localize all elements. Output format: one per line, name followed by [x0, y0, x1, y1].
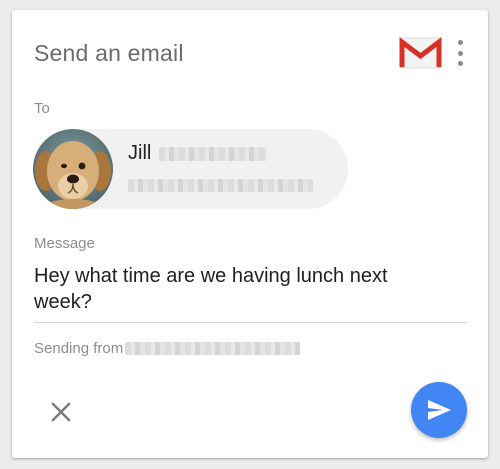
contact-name: Jill	[128, 142, 152, 164]
more-vert-icon[interactable]	[452, 38, 468, 68]
close-button[interactable]	[49, 400, 73, 424]
sending-from-row: Sending from	[34, 340, 301, 357]
send-button[interactable]	[411, 382, 467, 438]
message-label: Message	[34, 235, 95, 252]
gmail-logo	[399, 37, 442, 69]
message-body[interactable]: Hey what time are we having lunch next w…	[34, 263, 434, 315]
send-icon	[428, 400, 451, 420]
dog-photo-icon	[33, 129, 113, 209]
avatar	[33, 129, 113, 209]
close-icon	[51, 402, 71, 422]
redacted-surname	[159, 146, 268, 161]
divider	[34, 322, 467, 323]
recipient-chip[interactable]: Jill	[33, 129, 348, 209]
send-email-card: Send an email To Jill Message Hey what t…	[12, 10, 488, 458]
card-title: Send an email	[34, 40, 184, 66]
to-label: To	[34, 100, 50, 117]
redacted-sender-email	[125, 342, 301, 355]
redacted-email	[128, 179, 313, 192]
sending-from-label: Sending from	[34, 340, 124, 357]
